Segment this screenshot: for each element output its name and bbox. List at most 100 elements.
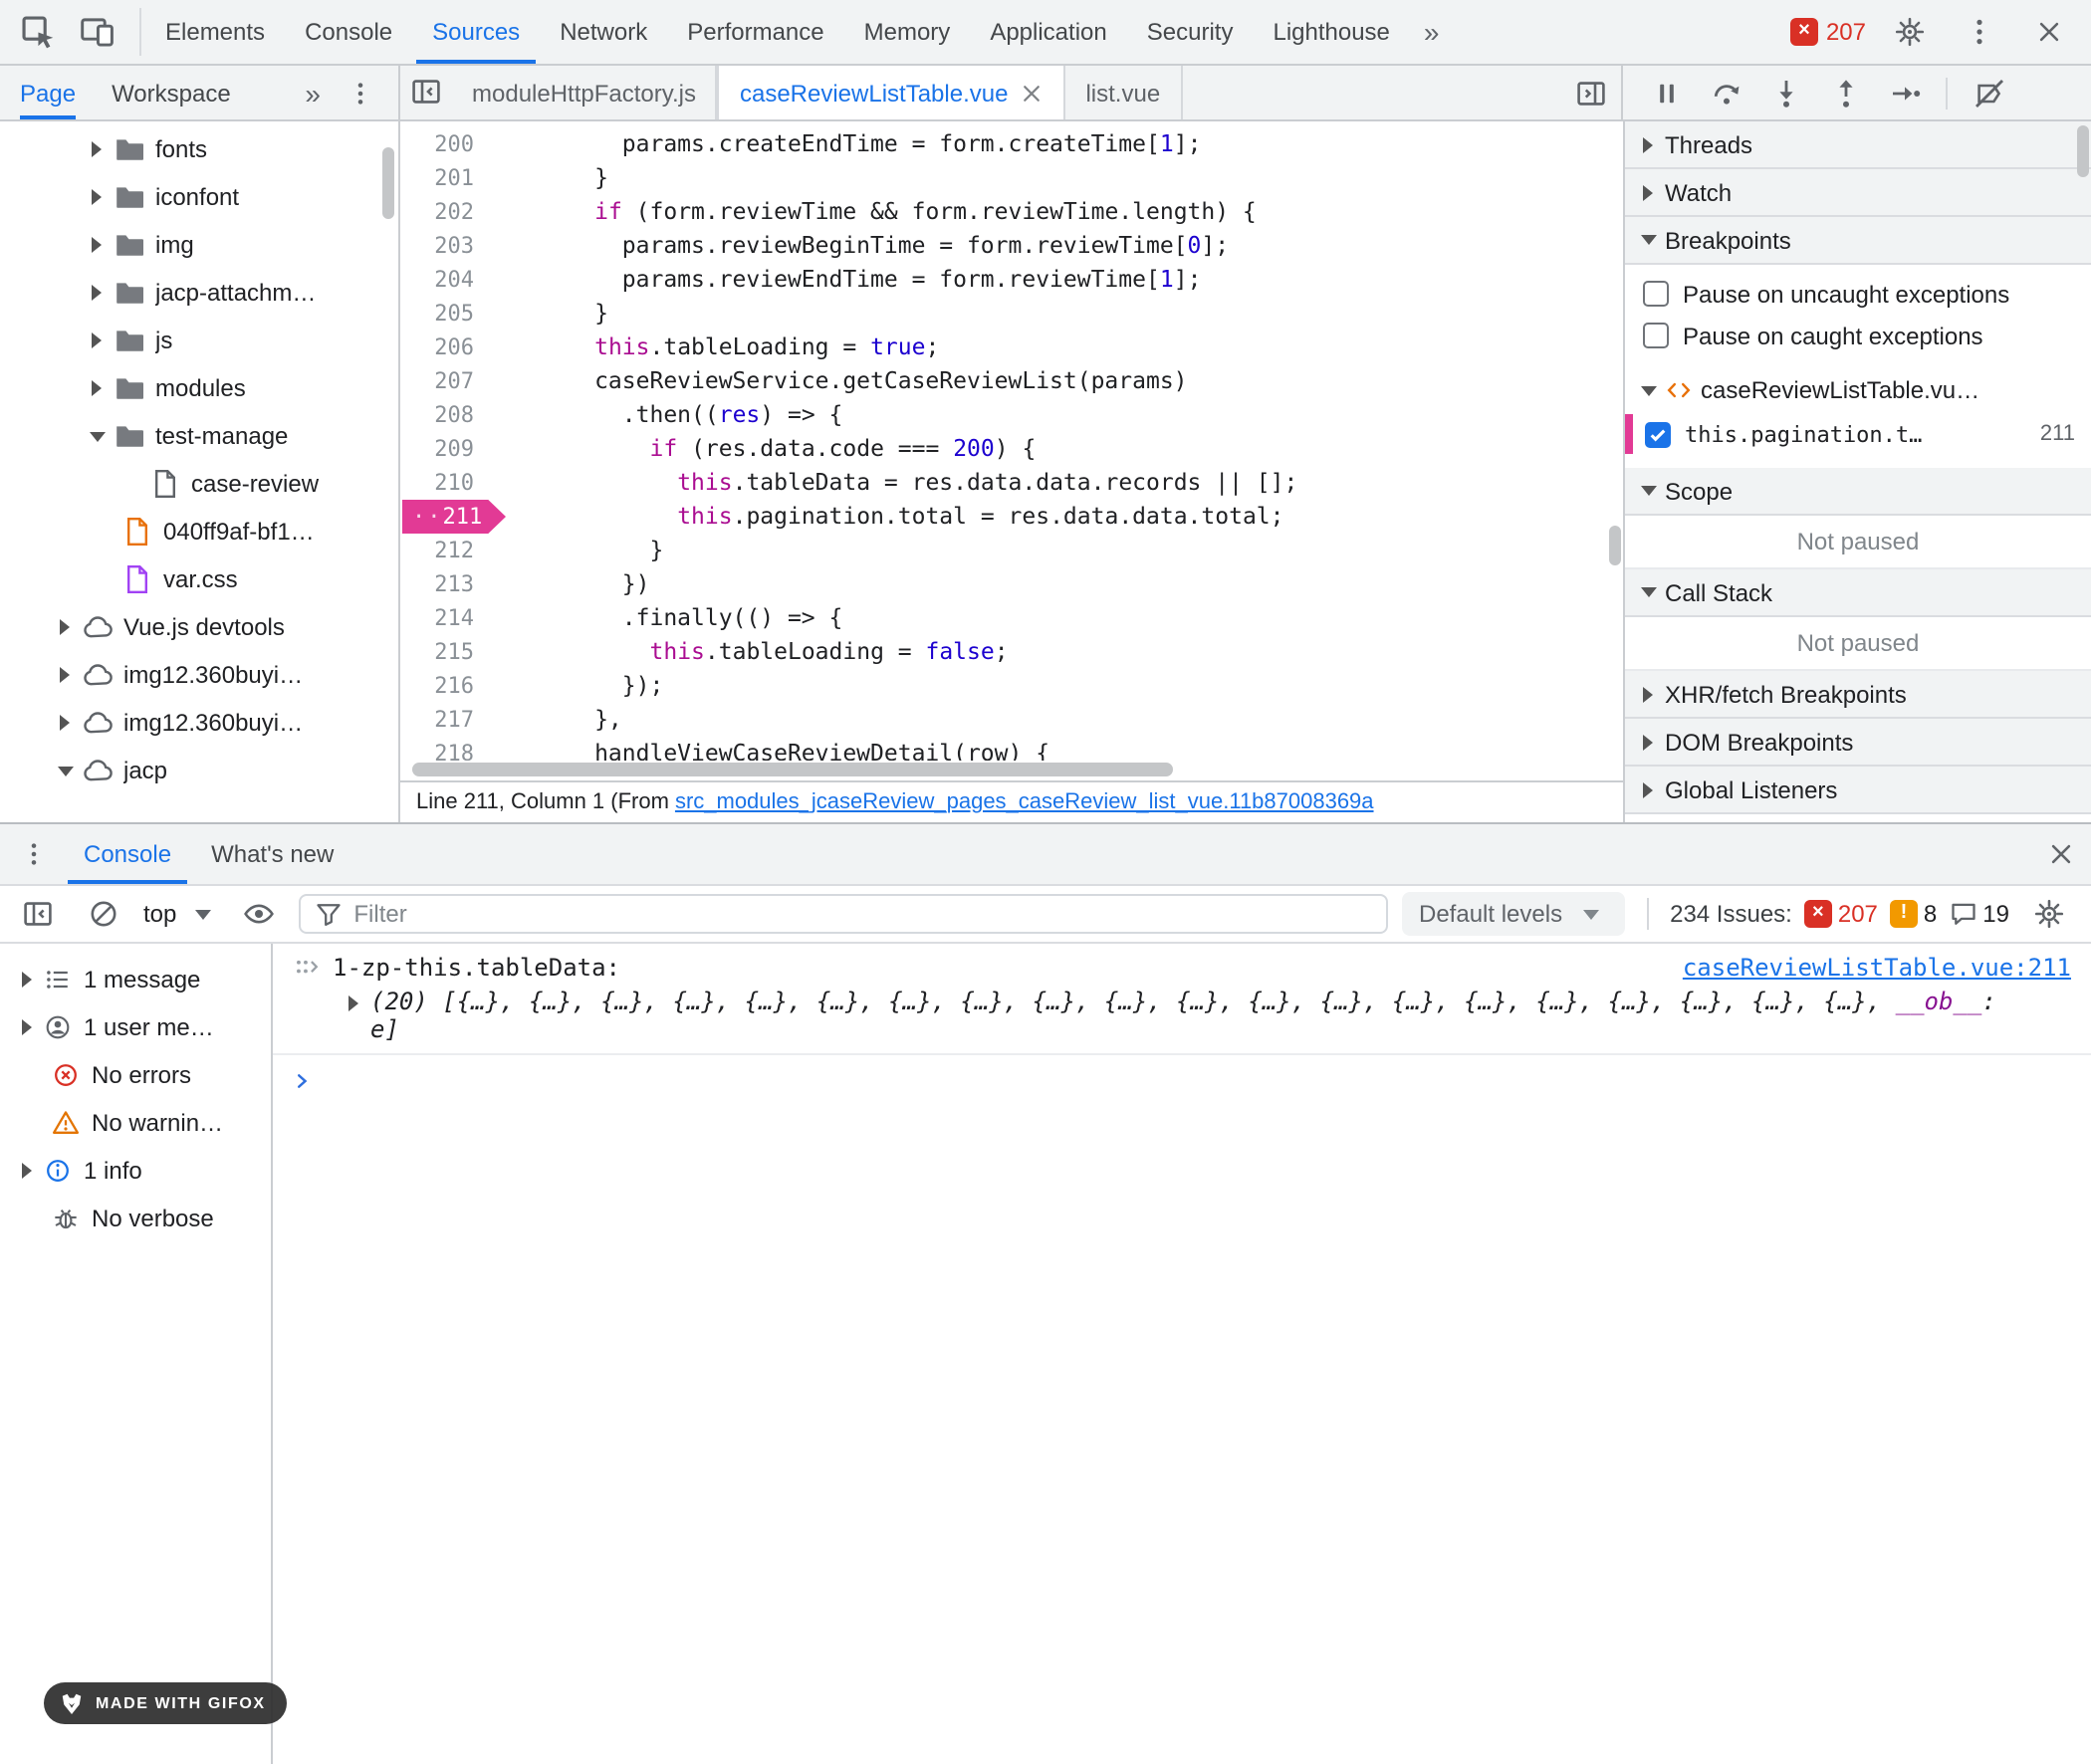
caret-right-icon[interactable]: [1643, 686, 1653, 702]
message-source-link[interactable]: caseReviewListTable.vue:211: [1683, 954, 2071, 982]
error-issues-badge[interactable]: ×207: [1804, 900, 1878, 928]
line-number[interactable]: 209: [400, 432, 492, 466]
navigator-tab-workspace[interactable]: Workspace: [112, 66, 231, 119]
tree-item-vue-js-devtools[interactable]: Vue.js devtools: [0, 603, 398, 651]
line-number[interactable]: 205: [400, 297, 492, 331]
line-number[interactable]: ··211: [400, 500, 492, 534]
tab-sources[interactable]: Sources: [412, 0, 540, 64]
line-number[interactable]: 214: [400, 601, 492, 635]
section-global-listeners[interactable]: Global Listeners: [1625, 767, 2091, 814]
tree-item-img12-360buyi[interactable]: img12.360buyi…: [0, 699, 398, 747]
more-panels-chevron[interactable]: »: [1410, 18, 1454, 46]
line-number[interactable]: 204: [400, 263, 492, 297]
caret-right-icon[interactable]: [22, 972, 32, 988]
close-drawer-button[interactable]: [2035, 828, 2087, 880]
breakpoint-entry[interactable]: this.pagination.t…211: [1625, 412, 2091, 456]
console-filter-no-verbose[interactable]: No verbose: [0, 1195, 271, 1242]
editor-hscrollbar[interactable]: [400, 761, 1623, 780]
pause-script-button[interactable]: [1639, 67, 1693, 118]
caret-right-icon[interactable]: [1643, 136, 1653, 152]
log-levels-dropdown[interactable]: Default levels: [1401, 892, 1624, 936]
tree-item-jacp-attachm[interactable]: jacp-attachm…: [0, 269, 398, 317]
section-call-stack[interactable]: Call Stack: [1625, 569, 2091, 617]
editor-vscrollbar[interactable]: [1609, 526, 1621, 565]
caret-right-icon[interactable]: [92, 237, 102, 253]
tab-security[interactable]: Security: [1127, 0, 1254, 64]
line-number[interactable]: 200: [400, 127, 492, 161]
editor-tab-casereviewlisttable-vue[interactable]: caseReviewListTable.vue: [718, 66, 1066, 119]
navigator-tab-page[interactable]: Page: [20, 66, 76, 119]
section-xhr-fetch-breakpoints[interactable]: XHR/fetch Breakpoints: [1625, 671, 2091, 719]
error-count-badge[interactable]: × 207: [1790, 18, 1866, 46]
filter-input[interactable]: [353, 900, 1371, 928]
toggle-debugger-sidebar-button[interactable]: [1565, 67, 1617, 118]
section-breakpoints[interactable]: Breakpoints: [1625, 217, 2091, 265]
message-issues-badge[interactable]: 19: [1949, 900, 2009, 928]
tree-item-case-review[interactable]: case-review: [0, 460, 398, 508]
toggle-console-sidebar-button[interactable]: [12, 888, 64, 940]
section-scope[interactable]: Scope: [1625, 468, 2091, 516]
tab-performance[interactable]: Performance: [667, 0, 843, 64]
javascript-context-dropdown[interactable]: top: [143, 900, 218, 928]
console-message[interactable]: 1-zp-this.tableData: caseReviewListTable…: [273, 944, 2091, 1055]
section-threads[interactable]: Threads: [1625, 121, 2091, 169]
device-toolbar-button[interactable]: [72, 6, 123, 58]
editor-tab-list-vue[interactable]: list.vue: [1065, 66, 1182, 119]
step-button[interactable]: [1878, 67, 1932, 118]
caret-right-icon[interactable]: [1643, 781, 1653, 797]
drawer-tab-what-s-new[interactable]: What's new: [191, 824, 353, 884]
console-filter-no-errors[interactable]: No errors: [0, 1051, 271, 1099]
caret-right-icon[interactable]: [92, 141, 102, 157]
step-into-button[interactable]: [1758, 67, 1812, 118]
more-options-button[interactable]: [1954, 6, 2005, 58]
console-filter-1-info[interactable]: 1 info: [0, 1147, 271, 1195]
caret-right-icon[interactable]: [92, 189, 102, 205]
tree-item-jacp[interactable]: jacp: [0, 747, 398, 794]
hscroll-thumb[interactable]: [412, 763, 1173, 776]
caret-down-icon[interactable]: [1641, 486, 1657, 496]
caret-right-icon[interactable]: [92, 332, 102, 348]
caret-down-icon[interactable]: [58, 766, 74, 775]
line-number[interactable]: 201: [400, 161, 492, 195]
expand-caret-icon[interactable]: [348, 995, 358, 1011]
breakpoint-file-group[interactable]: caseReviewListTable.vu…: [1625, 368, 2091, 412]
console-filter-no-warnin[interactable]: No warnin…: [0, 1099, 271, 1147]
more-navigator-tabs-chevron[interactable]: »: [291, 79, 335, 107]
console-filter-1-user-me[interactable]: 1 user me…: [0, 1003, 271, 1051]
step-out-button[interactable]: [1818, 67, 1872, 118]
breakpoint-marker[interactable]: ··211: [402, 500, 506, 534]
tab-lighthouse[interactable]: Lighthouse: [1253, 0, 1409, 64]
checkbox[interactable]: [1643, 323, 1669, 348]
source-map-link[interactable]: src_modules_jcaseReview_pages_caseReview…: [675, 790, 1374, 814]
clear-console-button[interactable]: [78, 888, 129, 940]
line-number[interactable]: 208: [400, 398, 492, 432]
tab-application[interactable]: Application: [970, 0, 1126, 64]
caret-right-icon[interactable]: [1643, 734, 1653, 750]
array-preview[interactable]: (20) [{…}, {…}, {…}, {…}, {…}, {…}, {…},…: [370, 988, 2071, 1043]
caret-right-icon[interactable]: [60, 715, 70, 731]
checkbox[interactable]: [1643, 281, 1669, 307]
console-filter[interactable]: [298, 894, 1387, 934]
caret-right-icon[interactable]: [1643, 184, 1653, 200]
line-number[interactable]: 217: [400, 703, 492, 737]
editor-tab-modulehttpfactory-js[interactable]: moduleHttpFactory.js: [452, 66, 718, 119]
navigator-more-button[interactable]: [335, 67, 386, 118]
line-number[interactable]: 210: [400, 466, 492, 500]
tab-network[interactable]: Network: [540, 0, 667, 64]
caret-right-icon[interactable]: [60, 619, 70, 635]
tree-item-test-manage[interactable]: test-manage: [0, 412, 398, 460]
inspect-element-button[interactable]: [12, 6, 64, 58]
line-number[interactable]: 215: [400, 635, 492, 669]
line-number[interactable]: 218: [400, 737, 492, 761]
section-watch[interactable]: Watch: [1625, 169, 2091, 217]
tree-item-var-css[interactable]: var.css: [0, 555, 398, 603]
caret-down-icon[interactable]: [90, 431, 106, 441]
caret-right-icon[interactable]: [92, 285, 102, 301]
pause-on-uncaught-row[interactable]: Pause on uncaught exceptions: [1625, 273, 2091, 315]
line-number[interactable]: 207: [400, 364, 492, 398]
tree-item-modules[interactable]: modules: [0, 364, 398, 412]
caret-right-icon[interactable]: [22, 1163, 32, 1179]
tab-console[interactable]: Console: [285, 0, 412, 64]
line-number[interactable]: 206: [400, 331, 492, 364]
breakpoint-checkbox[interactable]: [1645, 421, 1671, 447]
